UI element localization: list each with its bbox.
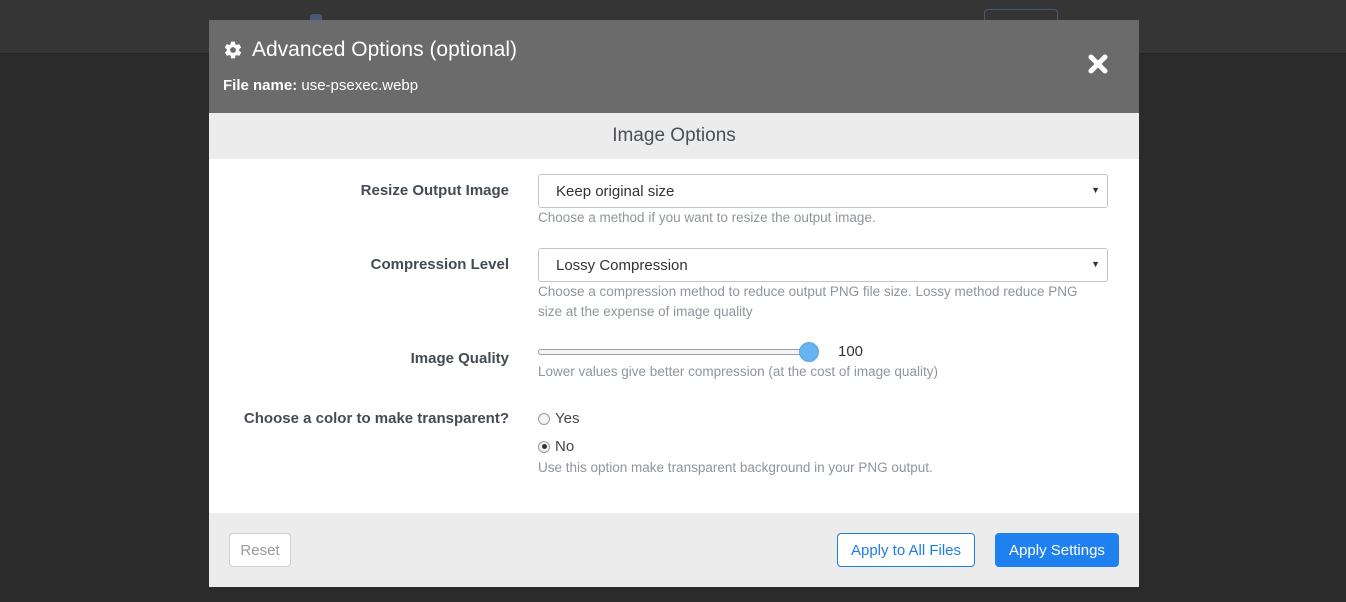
- resize-select[interactable]: Keep original size ▼: [538, 174, 1108, 208]
- modal-title: Advanced Options (optional): [252, 38, 517, 61]
- close-icon[interactable]: [1087, 53, 1109, 75]
- modal-footer: Reset Apply to All Files Apply Settings: [209, 513, 1139, 587]
- transparent-help: Use this option make transparent backgro…: [538, 460, 933, 475]
- compression-help-line1: Choose a compression method to reduce ou…: [538, 284, 1078, 299]
- modal-header: Advanced Options (optional) File name: u…: [209, 20, 1139, 113]
- file-name-label: File name:: [223, 77, 298, 94]
- apply-settings-button[interactable]: Apply Settings: [995, 533, 1119, 567]
- quality-label: Image Quality: [410, 350, 509, 367]
- resize-select-value: Keep original size: [556, 182, 675, 200]
- compression-select-value: Lossy Compression: [556, 256, 688, 274]
- radio-no-label: No: [555, 438, 575, 455]
- radio-yes-label: Yes: [555, 410, 580, 427]
- compression-label: Compression Level: [370, 256, 509, 273]
- reset-button[interactable]: Reset: [229, 533, 291, 567]
- resize-help: Choose a method if you want to resize th…: [538, 210, 876, 225]
- radio-yes[interactable]: Yes: [538, 410, 579, 427]
- compression-help: Choose a compression method to reduce ou…: [538, 282, 1113, 322]
- compression-select[interactable]: Lossy Compression ▼: [538, 248, 1108, 282]
- section-title: Image Options: [209, 113, 1139, 159]
- radio-no[interactable]: No: [538, 438, 574, 455]
- compression-help-line2: size at the expense of image quality: [538, 304, 753, 319]
- radio-yes-button[interactable]: [538, 412, 550, 425]
- resize-label: Resize Output Image: [360, 182, 509, 199]
- transparent-label: Choose a color to make transparent?: [243, 410, 509, 427]
- file-name-line: File name: use-psexec.webp: [223, 77, 418, 94]
- gear-icon: [224, 41, 242, 59]
- advanced-options-modal: Advanced Options (optional) File name: u…: [209, 20, 1139, 587]
- quality-slider[interactable]: [538, 342, 819, 362]
- quality-help: Lower values give better compression (at…: [538, 364, 938, 379]
- caret-down-icon: ▼: [1091, 185, 1100, 195]
- apply-all-button[interactable]: Apply to All Files: [837, 533, 975, 567]
- quality-slider-thumb[interactable]: [799, 342, 819, 362]
- modal-title-row: Advanced Options (optional): [223, 37, 517, 63]
- quality-value: 100: [838, 343, 864, 360]
- caret-down-icon: ▼: [1091, 259, 1100, 269]
- radio-no-button[interactable]: [538, 440, 550, 453]
- file-name-value: use-psexec.webp: [301, 77, 419, 94]
